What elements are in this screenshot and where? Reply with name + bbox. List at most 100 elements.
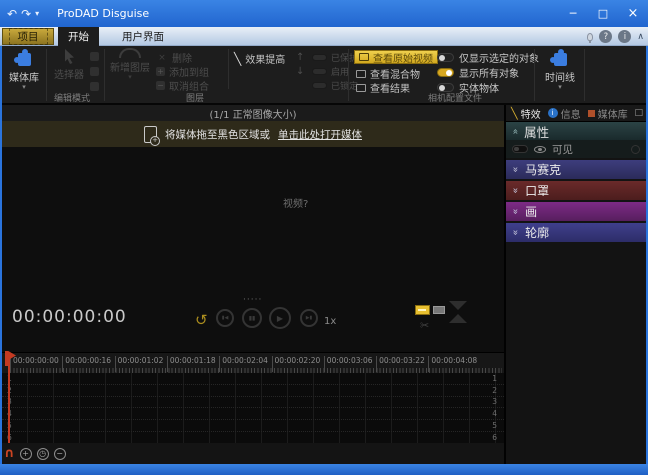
tab-media-library[interactable]: 媒体库 bbox=[586, 106, 630, 121]
selector-button[interactable]: 选择器 bbox=[50, 48, 88, 81]
view-original-button[interactable]: 查看原始视频 bbox=[354, 50, 438, 64]
arrow-down-icon: ↓ bbox=[296, 66, 304, 77]
playhead-line[interactable] bbox=[8, 353, 10, 443]
add-to-group-icon: + bbox=[156, 67, 165, 76]
track-number: 4 bbox=[492, 409, 497, 418]
pause-button[interactable]: ▮▮ bbox=[242, 308, 262, 328]
snap-magnet-icon[interactable]: ∩ bbox=[4, 449, 15, 459]
minimize-button[interactable]: ─ bbox=[558, 0, 588, 27]
preview-header: (1/1 正常图像大小) bbox=[2, 105, 504, 121]
effect-boost-button[interactable]: ╲ 效果提高 bbox=[234, 52, 285, 65]
collapse-ribbon-icon[interactable]: ∧ bbox=[637, 32, 644, 42]
show-all-objects-label: 显示所有对象 bbox=[459, 65, 519, 80]
float-panel-icon[interactable]: □ bbox=[634, 108, 643, 118]
move-layer-down-button[interactable]: ↓ bbox=[296, 65, 304, 78]
cursor-icon bbox=[62, 48, 77, 65]
effects-panel: ╲ 特效 i 信息 媒体库 □ « 属性 可见 »马赛克»口罩»画»轮廓 bbox=[506, 105, 646, 464]
timeline-track-row[interactable]: 22 bbox=[2, 385, 504, 397]
tip-lightbulb-icon[interactable] bbox=[587, 33, 593, 41]
redo-icon[interactable]: ↷ bbox=[21, 7, 31, 21]
pencil-icon: ╲ bbox=[234, 52, 241, 66]
info-icon: i bbox=[548, 108, 558, 118]
enabled-checkbox-icon bbox=[312, 68, 327, 75]
effect-section-header[interactable]: »马赛克 bbox=[506, 160, 646, 179]
timeline-track-row[interactable]: 44 bbox=[2, 408, 504, 420]
title-bar: ↶ ↷ ▾ ProDAD Disguise ─ □ × bbox=[0, 0, 648, 27]
tool-variant-icon[interactable] bbox=[90, 52, 99, 61]
timeline-ruler[interactable]: 00:00:00:0000:00:00:1600:00:01:0200:00:0… bbox=[2, 352, 504, 373]
expand-section-icon: » bbox=[510, 208, 521, 214]
timeline-button[interactable]: 时间线 ▾ bbox=[540, 48, 580, 90]
visible-property-row[interactable]: 可见 bbox=[506, 140, 646, 158]
info-icon[interactable]: i bbox=[618, 30, 631, 43]
playback-speed-label[interactable]: 1x bbox=[324, 316, 336, 327]
timeline-track-row[interactable]: 11 bbox=[2, 373, 504, 385]
tool-variant-icon[interactable] bbox=[90, 82, 99, 91]
ruler-label: 00:00:02:04 bbox=[219, 356, 268, 372]
skip-start-button[interactable]: ▮◀ bbox=[216, 309, 234, 327]
skip-end-button[interactable]: ▶▮ bbox=[300, 309, 318, 327]
visible-label: 可见 bbox=[552, 142, 573, 157]
timeline-track-row[interactable]: 33 bbox=[2, 396, 504, 408]
maximize-button[interactable]: □ bbox=[588, 0, 618, 27]
delete-label: 删除 bbox=[172, 50, 192, 65]
collapse-range-icon[interactable] bbox=[449, 301, 467, 323]
close-button[interactable]: × bbox=[618, 0, 648, 27]
timeline-track-row[interactable]: 55 bbox=[2, 420, 504, 432]
marker-in-icon[interactable] bbox=[415, 305, 430, 315]
help-icon[interactable]: ? bbox=[599, 30, 612, 43]
track-number: 6 bbox=[492, 433, 497, 442]
view-original-label: 查看原始视频 bbox=[373, 50, 433, 65]
drop-media-bar[interactable]: 将媒体拖至黑色区域或 单击此处打开媒体 bbox=[2, 121, 504, 147]
effect-section-header[interactable]: »口罩 bbox=[506, 181, 646, 200]
tab-home[interactable]: 开始 bbox=[58, 27, 99, 46]
keyframe-clock-icon[interactable] bbox=[631, 145, 640, 154]
ruler-label: 00:00:02:20 bbox=[272, 356, 321, 372]
time-scale-icon[interactable]: ◷ bbox=[37, 448, 49, 460]
properties-section-header[interactable]: « 属性 bbox=[506, 122, 646, 140]
tab-info[interactable]: i 信息 bbox=[546, 106, 583, 121]
locked-checkbox-icon bbox=[312, 82, 327, 89]
timeline-tracks[interactable]: 112233445566 bbox=[2, 373, 504, 443]
effect-section-header[interactable]: »画 bbox=[506, 202, 646, 221]
tool-variant-icon[interactable] bbox=[90, 67, 99, 76]
zoom-in-icon[interactable]: + bbox=[20, 448, 32, 460]
timecode-display: 00:00:00:00 bbox=[12, 307, 127, 327]
play-button[interactable]: ▶ bbox=[269, 307, 291, 329]
track-number: 5 bbox=[492, 421, 497, 430]
effect-section-header[interactable]: »轮廓 bbox=[506, 223, 646, 242]
enabled-toggle[interactable]: 启用 bbox=[312, 65, 349, 78]
ruler-label: 00:00:01:18 bbox=[167, 356, 216, 372]
toggle-off-icon bbox=[437, 53, 454, 62]
ruler-label: 00:00:00:16 bbox=[62, 356, 111, 372]
tab-user-interface[interactable]: 用户界面 bbox=[112, 27, 174, 46]
loop-playback-icon[interactable]: ↺ bbox=[195, 311, 208, 329]
transport-drag-handle[interactable]: ····· bbox=[243, 295, 262, 305]
delete-layer-button[interactable]: × 删除 bbox=[156, 51, 192, 64]
section-label: 画 bbox=[525, 203, 537, 220]
tab-project[interactable]: 项目 bbox=[2, 28, 54, 45]
pencil-icon: ╲ bbox=[511, 107, 518, 120]
view-mix-button[interactable]: 查看混合物 bbox=[356, 67, 420, 80]
add-layer-button[interactable]: 新增图层 ▾ bbox=[108, 48, 152, 80]
layer-icon bbox=[119, 48, 141, 58]
show-all-objects-toggle[interactable]: 显示所有对象 bbox=[437, 66, 519, 78]
monitor-icon bbox=[356, 84, 366, 92]
zoom-out-icon[interactable]: − bbox=[54, 448, 66, 460]
video-preview-area[interactable]: 视频? ····· 00:00:00:00 ↺ ▮◀ ▮▮ ▶ ▶▮ 1x ✂ bbox=[2, 147, 504, 352]
undo-icon[interactable]: ↶ bbox=[7, 7, 17, 21]
media-library-button[interactable]: 媒体库 ▾ bbox=[4, 48, 44, 90]
quick-access-more-icon[interactable]: ▾ bbox=[35, 9, 39, 18]
visible-toggle-icon[interactable] bbox=[512, 145, 528, 153]
show-selected-only-toggle[interactable]: 仅显示选定的对象 bbox=[437, 51, 539, 63]
timeline-track-row[interactable]: 66 bbox=[2, 432, 504, 444]
move-layer-up-button[interactable]: ↑ bbox=[296, 51, 304, 64]
open-media-link[interactable]: 单击此处打开媒体 bbox=[278, 127, 362, 142]
cut-icon[interactable]: ✂ bbox=[420, 319, 429, 332]
add-media-file-icon bbox=[144, 126, 157, 143]
marker-out-icon[interactable] bbox=[433, 306, 445, 314]
zoom-level-label: (1/1 正常图像大小) bbox=[209, 106, 296, 121]
add-to-group-button[interactable]: + 添加到组 bbox=[156, 65, 209, 78]
tab-effects[interactable]: ╲ 特效 bbox=[509, 106, 543, 121]
locked-toggle[interactable]: 已锁定 bbox=[312, 79, 358, 92]
